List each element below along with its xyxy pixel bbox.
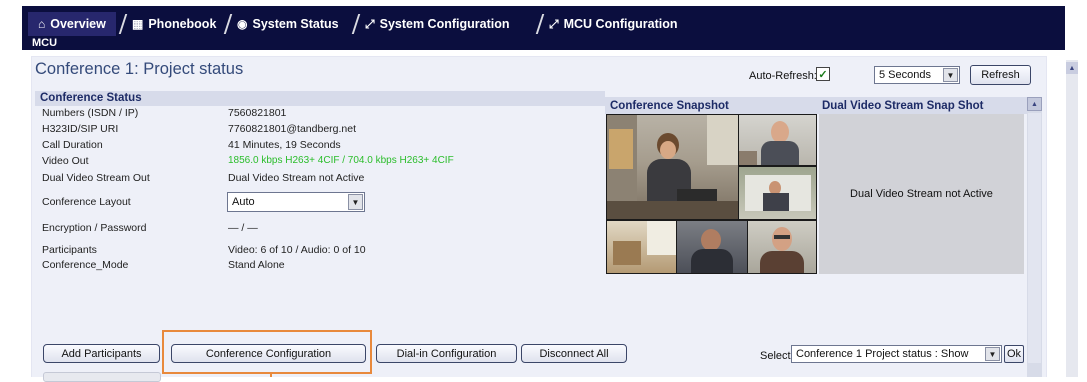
- dual-video-snapshot-panel: Dual Video Stream not Active: [819, 114, 1024, 274]
- row-label-participants: Participants: [42, 244, 97, 256]
- chevron-down-icon: ▼: [985, 347, 1000, 361]
- phonebook-icon: ▦: [132, 17, 144, 31]
- conference-layout-select[interactable]: Auto ▼: [227, 192, 365, 212]
- panel-scrollbar[interactable]: ▲: [1027, 97, 1042, 377]
- wrench-icon: ⤢: [549, 16, 559, 31]
- tab-mcu-configuration-label: MCU Configuration: [563, 17, 678, 31]
- video-cell-bottom-right: [748, 221, 816, 273]
- scrollbar-track[interactable]: [1028, 113, 1041, 363]
- row-value-dual-video: Dual Video Stream not Active: [228, 172, 365, 184]
- status-section-title: Conference Status: [40, 92, 142, 104]
- view-select[interactable]: Conference 1 Project status : Show ▼: [791, 345, 1002, 363]
- row-label-uri: H323ID/SIP URI: [42, 123, 119, 135]
- conference-layout-value: Auto: [232, 196, 255, 208]
- tab-system-configuration-label: System Configuration: [379, 17, 510, 31]
- conference-snapshot-image: [606, 114, 817, 274]
- view-select-value: Conference 1 Project status : Show: [796, 348, 969, 360]
- check-icon: ✓: [818, 68, 828, 81]
- row-label-numbers: Numbers (ISDN / IP): [42, 107, 139, 119]
- chevron-down-icon: ▼: [943, 68, 958, 82]
- tab-mcu-configuration[interactable]: ⤢ MCU Configuration: [539, 12, 687, 36]
- tab-phonebook-label: Phonebook: [148, 17, 217, 31]
- page-title: Conference 1: Project status: [35, 60, 244, 78]
- add-participants-button[interactable]: Add Participants: [43, 344, 160, 363]
- row-value-video-out: 1856.0 kbps H263+ 4CIF / 704.0 kbps H263…: [228, 155, 454, 166]
- row-label-video-out: Video Out: [42, 155, 89, 167]
- tab-phonebook[interactable]: ▦ Phonebook: [122, 12, 226, 36]
- outer-scroll-up-icon[interactable]: ▲: [1066, 62, 1078, 74]
- row-label-conference-layout: Conference Layout: [42, 196, 131, 208]
- highlight-box: [162, 330, 372, 374]
- row-value-participants: Video: 6 of 10 / Audio: 0 of 10: [228, 244, 366, 256]
- outer-scrollbar[interactable]: ▲: [1066, 60, 1078, 377]
- video-cell-bottom-middle: [677, 221, 747, 273]
- auto-refresh-label: Auto-Refresh:: [749, 70, 817, 82]
- ok-button[interactable]: Ok: [1004, 345, 1024, 363]
- top-navigation-bar: ⌂ Overview ▦ Phonebook ◉ System Status ⤢…: [22, 6, 1065, 50]
- tab-system-configuration[interactable]: ⤢ System Configuration: [355, 12, 519, 36]
- row-value-uri: 7760821801@tandberg.net: [228, 123, 357, 135]
- partial-hidden-button[interactable]: [43, 372, 161, 382]
- row-value-numbers: 7560821801: [228, 107, 287, 119]
- home-icon: ⌂: [38, 17, 46, 31]
- dual-video-status-text: Dual Video Stream not Active: [850, 188, 993, 200]
- breadcrumb: MCU: [32, 37, 58, 49]
- dial-in-configuration-button[interactable]: Dial-in Configuration: [376, 344, 517, 363]
- video-cell-main: [607, 115, 738, 219]
- disconnect-all-button[interactable]: Disconnect All: [521, 344, 627, 363]
- row-label-encryption: Encryption / Password: [42, 222, 147, 234]
- row-label-conference-mode: Conference_Mode: [42, 259, 129, 271]
- refresh-interval-select[interactable]: 5 Seconds ▼: [874, 66, 960, 84]
- scroll-up-icon[interactable]: ▲: [1027, 97, 1042, 111]
- row-value-call-duration: 41 Minutes, 19 Seconds: [228, 139, 341, 151]
- tab-overview[interactable]: ⌂ Overview: [28, 12, 116, 36]
- tab-system-status-label: System Status: [252, 17, 339, 31]
- tab-system-status[interactable]: ◉ System Status: [227, 12, 349, 36]
- row-value-encryption: — / —: [228, 222, 258, 234]
- tab-overview-label: Overview: [50, 17, 106, 31]
- highlight-pointer: [270, 372, 272, 377]
- wrench-icon: ⤢: [365, 16, 375, 31]
- row-label-call-duration: Call Duration: [42, 139, 103, 151]
- gauge-icon: ◉: [237, 17, 248, 31]
- video-cell-middle-right: [739, 167, 816, 219]
- snapshot-title: Conference Snapshot: [610, 100, 729, 112]
- dual-snapshot-title: Dual Video Stream Snap Shot: [822, 100, 984, 112]
- refresh-button[interactable]: Refresh: [970, 65, 1031, 85]
- auto-refresh-checkbox[interactable]: ✓: [816, 67, 830, 81]
- refresh-interval-value: 5 Seconds: [879, 69, 931, 81]
- select-label: Select:: [760, 350, 794, 362]
- video-cell-bottom-left: [607, 221, 676, 273]
- chevron-down-icon: ▼: [348, 194, 363, 210]
- video-cell-top-right: [739, 115, 816, 165]
- row-value-conference-mode: Stand Alone: [228, 259, 285, 271]
- row-label-dual-video: Dual Video Stream Out: [42, 172, 150, 184]
